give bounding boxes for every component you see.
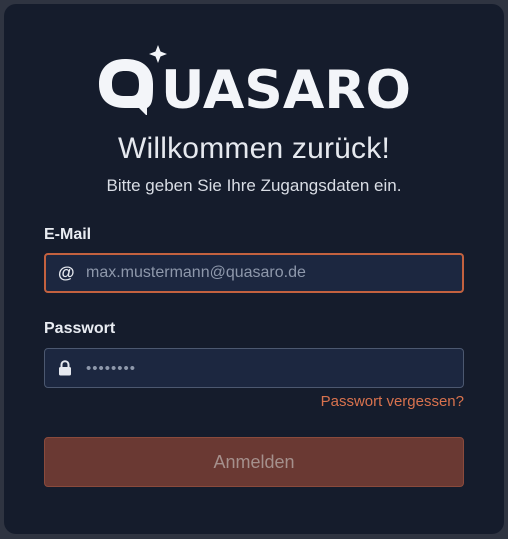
at-icon: @ <box>58 263 75 282</box>
logo-text: UASARO <box>161 60 411 115</box>
lock-icon <box>58 349 72 387</box>
password-input[interactable] <box>86 349 456 387</box>
password-label: Passwort <box>44 320 116 337</box>
quasaro-logo: UASARO <box>95 45 413 115</box>
page-subtitle: Bitte geben Sie Ihre Zugangsdaten ein. <box>106 176 402 195</box>
email-field[interactable]: @ <box>44 253 464 293</box>
password-field[interactable] <box>44 348 464 388</box>
email-label: E-Mail <box>44 226 92 243</box>
page-title: Willkommen zurück! <box>118 132 390 165</box>
email-input[interactable] <box>86 255 456 291</box>
login-button[interactable]: Anmelden <box>44 437 464 487</box>
forgot-password-link[interactable]: Passwort vergessen? <box>321 393 464 410</box>
